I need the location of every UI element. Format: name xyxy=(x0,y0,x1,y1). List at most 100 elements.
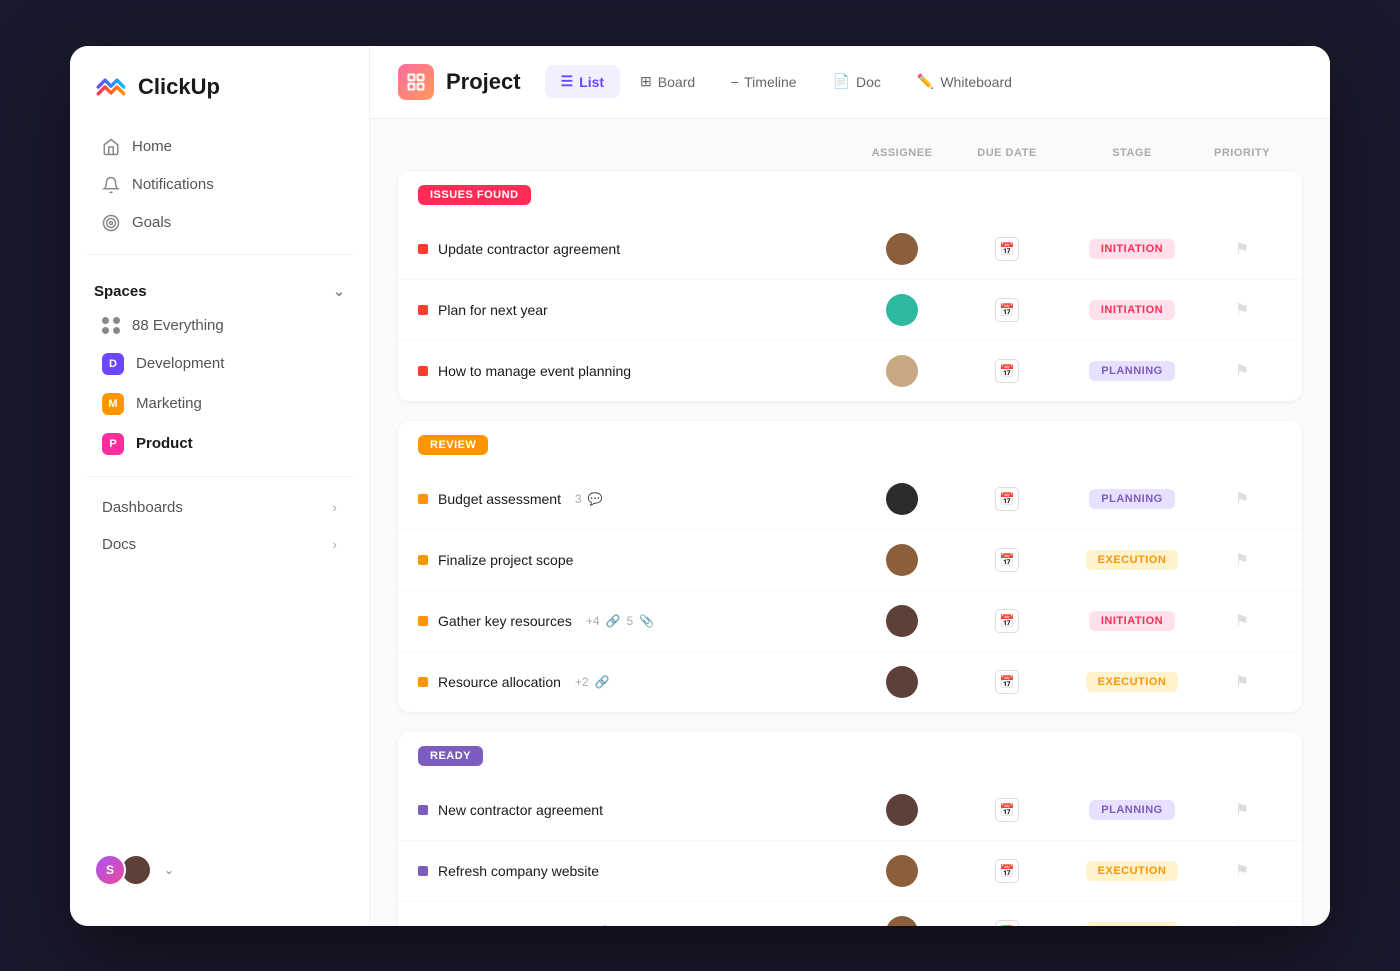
table-row[interactable]: Finalize project scope 📅 EXECUTION ⚑ xyxy=(398,530,1302,591)
calendar-icon: 📅 xyxy=(995,798,1019,822)
user-avatars: S xyxy=(94,854,152,886)
list-icon: ☰ xyxy=(561,73,574,90)
assignee-cell xyxy=(852,794,952,826)
stage-cell: PLANNING xyxy=(1062,489,1202,509)
stage-badge: INITIATION xyxy=(1089,239,1175,259)
table-row[interactable]: Budget assessment 3 💬 📅 PLANNING xyxy=(398,469,1302,530)
task-dot xyxy=(418,677,428,687)
due-date-cell[interactable]: 📅 xyxy=(952,237,1062,261)
avatar xyxy=(886,666,918,698)
nav-goals[interactable]: Goals xyxy=(78,204,361,242)
due-date-cell[interactable]: 📅 xyxy=(952,859,1062,883)
due-date-cell[interactable]: 📅 xyxy=(952,548,1062,572)
group-issues-header: ISSUES FOUND xyxy=(398,171,1302,219)
flag-icon: ⚑ xyxy=(1235,800,1249,820)
stage-badge: EXECUTION xyxy=(1086,672,1179,692)
tab-timeline-label: Timeline xyxy=(744,74,796,90)
task-dot xyxy=(418,366,428,376)
ready-badge: READY xyxy=(418,746,483,766)
due-date-cell[interactable]: 📅 xyxy=(952,359,1062,383)
nav-dashboards[interactable]: Dashboards › xyxy=(78,489,361,526)
everything-icon xyxy=(102,317,120,335)
group-ready-header: READY xyxy=(398,732,1302,780)
tab-list[interactable]: ☰ List xyxy=(545,65,620,98)
table-row[interactable]: Refresh company website 📅 EXECUTION ⚑ xyxy=(398,841,1302,902)
sidebar: ClickUp Home Notifications Goals xyxy=(70,46,370,926)
priority-cell: ⚑ xyxy=(1202,672,1282,692)
task-name: Plan for next year xyxy=(438,302,548,318)
nav-docs[interactable]: Docs › xyxy=(78,526,361,563)
sidebar-item-development[interactable]: D Development xyxy=(78,344,361,384)
col-assignee: ASSIGNEE xyxy=(852,147,952,159)
goals-icon xyxy=(102,214,120,232)
stage-badge: INITIATION xyxy=(1089,611,1175,631)
due-date-cell[interactable]: 📅 xyxy=(952,298,1062,322)
col-due-date: DUE DATE xyxy=(952,147,1062,159)
development-label: Development xyxy=(136,355,224,372)
stage-cell: EXECUTION xyxy=(1062,550,1202,570)
table-row[interactable]: Gather key resources +4 🔗 5 📎 📅 xyxy=(398,591,1302,652)
sidebar-item-marketing[interactable]: M Marketing xyxy=(78,384,361,424)
project-title: Project xyxy=(446,69,521,95)
attach-icon: 📎 xyxy=(639,614,654,628)
bell-icon xyxy=(102,176,120,194)
priority-cell: ⚑ xyxy=(1202,489,1282,509)
stage-badge: EXECUTION xyxy=(1086,550,1179,570)
due-date-cell[interactable]: 📅 xyxy=(952,609,1062,633)
calendar-icon: 📅 xyxy=(995,359,1019,383)
group-review: REVIEW Budget assessment 3 💬 xyxy=(398,421,1302,712)
due-date-cell[interactable]: 📅 xyxy=(952,920,1062,926)
table-row[interactable]: How to manage event planning 📅 PLANNING … xyxy=(398,341,1302,401)
tab-whiteboard[interactable]: ✏️ Whiteboard xyxy=(901,65,1028,98)
nav-notifications-label: Notifications xyxy=(132,176,214,193)
task-dot xyxy=(418,494,428,504)
table-row[interactable]: Update contractor agreement 📅 INITIATION… xyxy=(398,219,1302,280)
due-date-cell[interactable]: 📅 xyxy=(952,798,1062,822)
tab-board[interactable]: ⊞ Board xyxy=(624,65,711,98)
task-name-cell: Gather key resources +4 🔗 5 📎 xyxy=(418,613,852,629)
calendar-icon: 📅 xyxy=(995,487,1019,511)
task-meta: +2 🔗 xyxy=(575,675,610,689)
sidebar-item-product[interactable]: P Product xyxy=(78,424,361,464)
doc-icon: 📄 xyxy=(833,73,850,90)
calendar-icon: 📅 xyxy=(995,298,1019,322)
task-name-cell: Update contractor agreement xyxy=(418,241,852,257)
nav-home-label: Home xyxy=(132,138,172,155)
nav-notifications[interactable]: Notifications xyxy=(78,166,361,204)
assignee-cell xyxy=(852,544,952,576)
task-name-cell: Update key objectives 5 📎 xyxy=(418,924,852,926)
table-row[interactable]: Plan for next year 📅 INITIATION ⚑ xyxy=(398,280,1302,341)
tab-timeline[interactable]: ⎯ Timeline xyxy=(715,65,812,98)
nav-home[interactable]: Home xyxy=(78,128,361,166)
table-row[interactable]: Update key objectives 5 📎 📅 EXECUTION xyxy=(398,902,1302,926)
calendar-icon: 📅 xyxy=(995,920,1019,926)
user-chevron-icon: ⌄ xyxy=(164,863,174,877)
task-name: Refresh company website xyxy=(438,863,599,879)
task-dot xyxy=(418,866,428,876)
stage-badge: PLANNING xyxy=(1089,361,1174,381)
priority-cell: ⚑ xyxy=(1202,550,1282,570)
due-date-cell[interactable]: 📅 xyxy=(952,670,1062,694)
due-date-cell[interactable]: 📅 xyxy=(952,487,1062,511)
task-name: Resource allocation xyxy=(438,674,561,690)
flag-icon: ⚑ xyxy=(1235,550,1249,570)
product-badge: P xyxy=(102,433,124,455)
avatar xyxy=(886,855,918,887)
calendar-icon: 📅 xyxy=(995,609,1019,633)
timeline-icon: ⎯ xyxy=(731,73,738,90)
tab-doc[interactable]: 📄 Doc xyxy=(817,65,897,98)
flag-icon: ⚑ xyxy=(1235,922,1249,926)
col-task xyxy=(418,147,852,159)
table-row[interactable]: New contractor agreement 📅 PLANNING ⚑ xyxy=(398,780,1302,841)
task-name: Budget assessment xyxy=(438,491,561,507)
task-name-cell: Plan for next year xyxy=(418,302,852,318)
meta-count2: 5 xyxy=(626,614,633,628)
sidebar-item-everything[interactable]: 88 Everything xyxy=(78,308,361,344)
task-name: Update contractor agreement xyxy=(438,241,620,257)
stage-cell: PLANNING xyxy=(1062,361,1202,381)
column-headers: ASSIGNEE DUE DATE STAGE PRIORITY xyxy=(398,139,1302,167)
task-meta: 5 📎 xyxy=(589,925,617,926)
table-row[interactable]: Resource allocation +2 🔗 📅 EXECUTION xyxy=(398,652,1302,712)
avatar-1: S xyxy=(94,854,126,886)
avatar xyxy=(886,233,918,265)
